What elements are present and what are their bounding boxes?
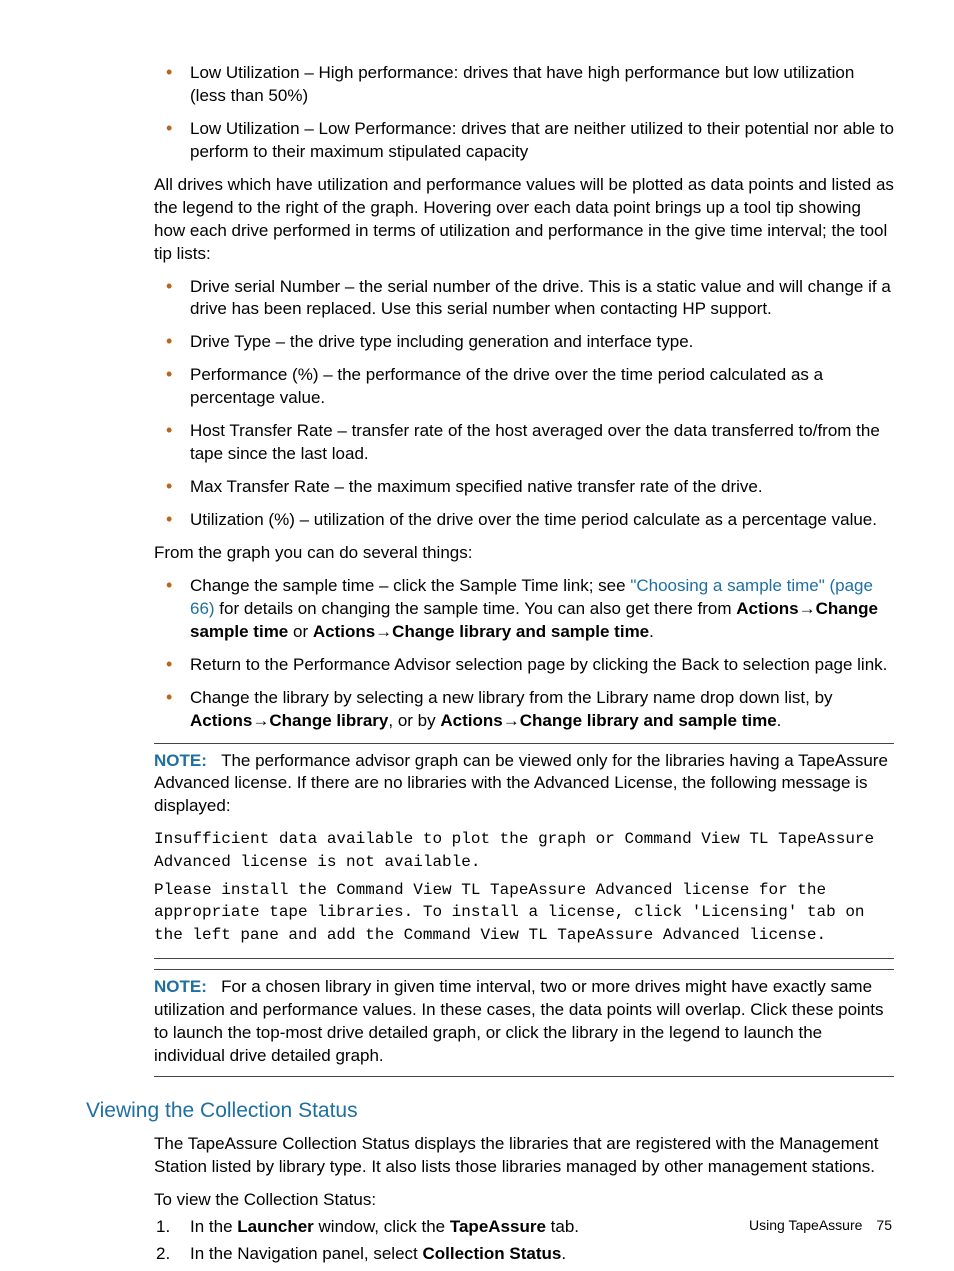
text: Change the sample time – click the Sampl… [190, 576, 630, 595]
paragraph: From the graph you can do several things… [154, 542, 894, 565]
code-block: Insufficient data available to plot the … [154, 828, 894, 873]
bold-text: Actions [190, 711, 252, 730]
bold-text: Collection Status [422, 1244, 561, 1263]
note-paragraph: NOTE: The performance advisor graph can … [154, 750, 894, 819]
text: window, click the [314, 1217, 450, 1236]
paragraph: The TapeAssure Collection Status display… [154, 1133, 894, 1179]
bold-text: TapeAssure [450, 1217, 546, 1236]
page-number: 75 [876, 1217, 892, 1233]
note-block: NOTE: For a chosen library in given time… [154, 969, 894, 1077]
note-label: NOTE: [154, 751, 207, 770]
page-body: Low Utilization – High performance: driv… [154, 62, 894, 1266]
list-item: Max Transfer Rate – the maximum specifie… [154, 476, 894, 499]
list-item: Low Utilization – High performance: driv… [154, 62, 894, 108]
page-footer: Using TapeAssure 75 [749, 1216, 892, 1235]
list-item: Performance (%) – the performance of the… [154, 364, 894, 410]
note-text: The performance advisor graph can be vie… [154, 751, 888, 816]
text: . [777, 711, 782, 730]
text: . [649, 622, 654, 641]
list-item: Host Transfer Rate – transfer rate of th… [154, 420, 894, 466]
code-block: Please install the Command View TL TapeA… [154, 879, 894, 946]
bullet-list-2: Drive serial Number – the serial number … [154, 276, 894, 532]
arrow: → [375, 622, 392, 641]
step-number: 2. [156, 1243, 170, 1266]
text: , or by [388, 711, 440, 730]
text: or [288, 622, 313, 641]
bold-text: Launcher [237, 1217, 314, 1236]
footer-section-title: Using TapeAssure [749, 1217, 862, 1233]
bullet-list-3: Change the sample time – click the Sampl… [154, 575, 894, 733]
step-item: 2. In the Navigation panel, select Colle… [154, 1243, 894, 1266]
arrow: → [252, 711, 269, 730]
arrow: → [799, 599, 816, 618]
bold-text: Change library [269, 711, 388, 730]
text: In the Navigation panel, select [190, 1244, 422, 1263]
text: tab. [546, 1217, 579, 1236]
bold-text: Change library and sample time [520, 711, 777, 730]
bold-text: Actions [440, 711, 502, 730]
note-block: NOTE: The performance advisor graph can … [154, 743, 894, 960]
paragraph: All drives which have utilization and pe… [154, 174, 894, 266]
paragraph: To view the Collection Status: [154, 1189, 894, 1212]
text: for details on changing the sample time.… [215, 599, 737, 618]
list-item: Drive serial Number – the serial number … [154, 276, 894, 322]
text: . [561, 1244, 566, 1263]
text: In the [190, 1217, 237, 1236]
list-item: Low Utilization – Low Performance: drive… [154, 118, 894, 164]
list-item: Change the library by selecting a new li… [154, 687, 894, 733]
bold-text: Change library and sample time [392, 622, 649, 641]
note-label: NOTE: [154, 977, 207, 996]
list-item: Change the sample time – click the Sampl… [154, 575, 894, 644]
list-item: Return to the Performance Advisor select… [154, 654, 894, 677]
arrow: → [503, 711, 520, 730]
bold-text: Actions [313, 622, 375, 641]
note-paragraph: NOTE: For a chosen library in given time… [154, 976, 894, 1068]
list-item: Drive Type – the drive type including ge… [154, 331, 894, 354]
list-item: Utilization (%) – utilization of the dri… [154, 509, 894, 532]
text: Change the library by selecting a new li… [190, 688, 833, 707]
bullet-list-1: Low Utilization – High performance: driv… [154, 62, 894, 164]
bold-text: Actions [736, 599, 798, 618]
section-heading: Viewing the Collection Status [86, 1097, 894, 1125]
step-number: 1. [156, 1216, 170, 1239]
note-text: For a chosen library in given time inter… [154, 977, 884, 1065]
